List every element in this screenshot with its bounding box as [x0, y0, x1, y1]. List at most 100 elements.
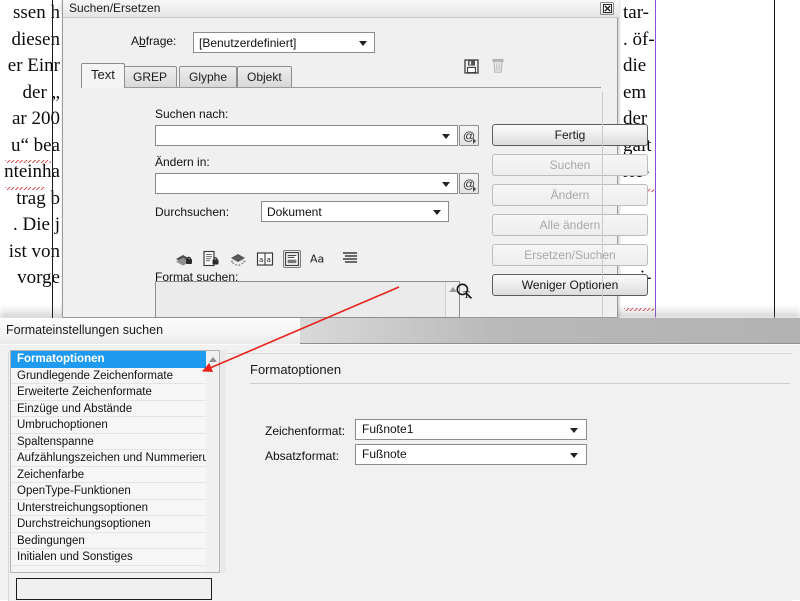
option-opentype-funktionen[interactable]: OpenType-Funktionen: [11, 483, 206, 500]
svg-text:a: a: [267, 256, 271, 264]
find-dialog-title: Suchen/Ersetzen: [69, 1, 161, 15]
find-dialog-titlebar[interactable]: Suchen/Ersetzen: [63, 0, 619, 18]
alle-aendern-button[interactable]: Alle ändern: [492, 214, 648, 236]
tab-objekt[interactable]: Objekt: [237, 66, 292, 87]
character-style-select[interactable]: Fußnote1: [355, 419, 587, 440]
query-value: [Benutzerdefiniert]: [199, 35, 297, 50]
tab-panel-top-border: [81, 87, 601, 88]
ersetzen-suchen-button[interactable]: Ersetzen/Suchen: [492, 244, 648, 266]
lock-layers-icon[interactable]: [175, 250, 193, 268]
doc-line: der „: [22, 81, 60, 103]
format-pane-rule: [250, 383, 790, 384]
character-style-value: Fußnote1: [362, 422, 414, 436]
chevron-right-icon: [473, 186, 476, 192]
chevron-down-icon: [570, 453, 578, 458]
find-special-char-button[interactable]: @: [459, 125, 479, 146]
format-options-list[interactable]: Formatoptionen Grundlegende Zeichenforma…: [10, 350, 206, 573]
format-pane-title: Formatoptionen: [250, 362, 342, 377]
option-initialen-und-sonstiges[interactable]: Initialen und Sonstiges: [11, 549, 206, 566]
query-row: Abfrage: [Benutzerdefiniert]: [63, 30, 619, 53]
close-icon[interactable]: [600, 2, 614, 15]
option-bedingungen[interactable]: Bedingungen: [11, 532, 206, 549]
change-to-input[interactable]: [155, 173, 458, 194]
doc-line: . öf-: [623, 28, 655, 50]
format-find-field[interactable]: [155, 281, 460, 318]
doc-line: tar-: [623, 2, 649, 23]
query-label: Abfrage:: [131, 34, 177, 48]
document-text-left-column: ssen h diesen er Einr der „ ar 200 u“ be…: [0, 0, 60, 318]
search-scope-label: Durchsuchen:: [155, 205, 230, 219]
lock-master-pages-icon[interactable]: [202, 250, 220, 268]
page-edge-right: [774, 0, 775, 318]
paragraph-style-label: Absatzformat:: [265, 449, 340, 463]
suchen-button[interactable]: Suchen: [492, 154, 648, 176]
paragraph-style-select[interactable]: Fußnote: [355, 444, 587, 465]
format-options-scrollbar[interactable]: [206, 350, 220, 573]
option-umbruchoptionen[interactable]: Umbruchoptionen: [11, 417, 206, 434]
option-einzuege-und-abstaende[interactable]: Einzüge und Abstände: [11, 400, 206, 417]
doc-line: em: [623, 81, 647, 103]
svg-text:Aa: Aa: [310, 253, 324, 266]
list-edge-filler: [220, 350, 226, 573]
find-what-input[interactable]: [155, 125, 458, 146]
text-frame-edge-left: [52, 0, 53, 318]
margin-guide-right: [655, 0, 656, 318]
tab-text[interactable]: Text: [81, 63, 125, 88]
doc-line: u“ bea: [10, 134, 60, 156]
search-scope-value: Dokument: [267, 204, 322, 219]
paragraph-style-value: Fußnote: [362, 447, 407, 461]
tab-bar: Text GREP Glyphe Objekt: [81, 63, 601, 88]
character-style-label: Zeichenformat:: [265, 424, 346, 438]
option-grundlegende-zeichenformate[interactable]: Grundlegende Zeichenformate: [11, 367, 206, 384]
tab-grep[interactable]: GREP: [123, 66, 178, 87]
option-formatoptionen[interactable]: Formatoptionen: [11, 351, 206, 368]
option-spaltenspanne[interactable]: Spaltenspanne: [11, 433, 206, 450]
find-dialog-button-column: Fertig Suchen Ändern Alle ändern Ersetze…: [492, 124, 648, 304]
chevron-down-icon: [442, 134, 450, 139]
option-aufzaehlungszeichen-nummerierung[interactable]: Aufzählungszeichen und Nummerierung: [11, 450, 206, 467]
doc-line: diesen: [11, 28, 60, 50]
magnifier-format-button[interactable]: T: [455, 282, 474, 301]
case-sensitive-icon[interactable]: Aa: [310, 250, 332, 268]
fertig-button[interactable]: Fertig: [492, 124, 648, 146]
doc-line: ssen h: [13, 2, 60, 23]
search-scope-select[interactable]: Dokument: [261, 201, 449, 222]
panel-divider: [602, 92, 603, 317]
chevron-down-icon: [570, 428, 578, 433]
query-select[interactable]: [Benutzerdefiniert]: [193, 32, 375, 53]
option-erweiterte-zeichenformate[interactable]: Erweiterte Zeichenformate: [11, 384, 206, 401]
doc-line: ar 200: [11, 108, 60, 129]
format-summary-box: [16, 578, 212, 600]
option-zeichenfarbe[interactable]: Zeichenfarbe: [11, 466, 206, 483]
chevron-down-icon: [359, 41, 367, 46]
chevron-up-icon[interactable]: [209, 357, 217, 362]
doc-line: er Einr: [7, 55, 60, 76]
whole-word-icon[interactable]: [283, 250, 301, 268]
weniger-optionen-button[interactable]: Weniger Optionen: [492, 274, 648, 296]
hidden-layers-icon[interactable]: [229, 250, 247, 268]
option-durchstreichungsoptionen[interactable]: Durchstreichungsoptionen: [11, 516, 206, 533]
find-dialog-body: Abfrage: [Benutzerdefiniert] Text GREP G…: [63, 18, 648, 318]
format-dialog-title: Formateinstellungen suchen: [6, 323, 164, 337]
option-unterstreichungsoptionen[interactable]: Unterstreichungsoptionen: [11, 499, 206, 516]
format-dialog-titlebar[interactable]: Formateinstellungen suchen: [0, 318, 800, 344]
doc-line: vorge: [17, 267, 60, 288]
change-to-label: Ändern in:: [155, 155, 210, 169]
tab-glyphe[interactable]: Glyphe: [179, 66, 238, 87]
footnotes-icon[interactable]: a a: [256, 250, 274, 268]
doc-line: die: [623, 55, 647, 76]
search-order-icon[interactable]: [341, 250, 359, 268]
find-what-label: Suchen nach:: [155, 107, 229, 121]
doc-line: . Die j: [13, 214, 60, 235]
chevron-right-icon: [473, 138, 476, 144]
aendern-button[interactable]: Ändern: [492, 184, 648, 206]
doc-line: ist von: [8, 240, 60, 262]
svg-text:T: T: [464, 291, 470, 301]
svg-text:a: a: [259, 256, 263, 264]
chevron-down-icon: [433, 210, 441, 215]
chevron-down-icon: [442, 182, 450, 187]
spellcheck-squiggle: [5, 160, 51, 163]
search-options-toolbar: a a Aa: [175, 248, 357, 270]
spellcheck-squiggle: [5, 187, 45, 190]
change-special-char-button[interactable]: @: [459, 173, 479, 194]
